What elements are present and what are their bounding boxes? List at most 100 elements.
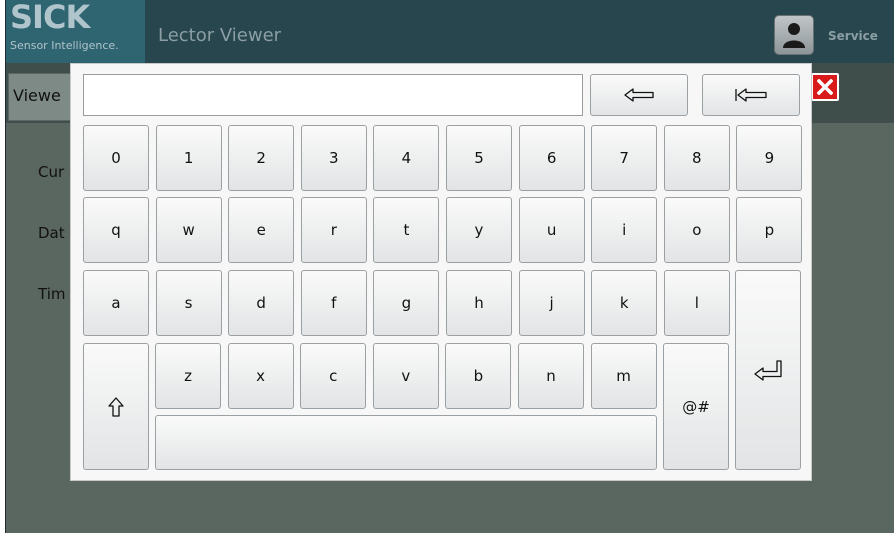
space-key[interactable] (155, 415, 657, 470)
key-label: m (616, 367, 631, 385)
key-label: h (474, 294, 484, 312)
time-label: Tim (38, 285, 66, 303)
key-z[interactable]: z (155, 343, 221, 409)
key-label: 9 (764, 149, 775, 167)
key-label: z (184, 367, 192, 385)
header-bar: SICK Sensor Intelligence. Lector Viewer … (6, 0, 894, 63)
backspace-arrow-icon (624, 88, 654, 102)
key-label: u (546, 221, 557, 239)
key-a[interactable]: a (83, 270, 149, 336)
key-label: x (256, 367, 266, 385)
app-window: SICK Sensor Intelligence. Lector Viewer … (6, 0, 894, 533)
key-0[interactable]: 0 (83, 125, 149, 191)
clear-all-key[interactable] (702, 74, 800, 116)
shift-arrow-icon (108, 396, 124, 417)
key-t[interactable]: t (373, 197, 440, 263)
key-3[interactable]: 3 (300, 125, 367, 191)
symbols-key[interactable]: @# (663, 343, 729, 470)
key-label: g (401, 294, 412, 312)
key-l[interactable]: l (663, 270, 730, 336)
key-label: w (182, 221, 195, 239)
key-label: 7 (619, 149, 629, 167)
current-label: Cur (38, 163, 65, 181)
key-label: k (619, 294, 629, 312)
keyboard-input[interactable] (83, 74, 583, 116)
key-label: q (111, 221, 121, 239)
user-icon (783, 23, 805, 48)
key-6[interactable]: 6 (518, 125, 585, 191)
key-label: t (403, 221, 410, 239)
key-7[interactable]: 7 (591, 125, 658, 191)
key-label: d (256, 294, 266, 312)
key-s[interactable]: s (155, 270, 222, 336)
key-label: j (549, 294, 554, 312)
key-j[interactable]: j (518, 270, 585, 336)
key-n[interactable]: n (518, 343, 584, 409)
key-label: a (111, 294, 121, 312)
key-label: 4 (401, 149, 412, 167)
key-label: o (692, 221, 702, 239)
close-icon (817, 79, 833, 95)
key-label: i (622, 221, 627, 239)
key-label: v (401, 367, 411, 385)
date-label: Dat (38, 224, 65, 242)
service-label[interactable]: Service (828, 29, 878, 43)
key-label: r (330, 221, 337, 239)
key-label: b (473, 367, 484, 385)
sick-logo: SICK Sensor Intelligence. (6, 0, 145, 63)
key-b[interactable]: b (445, 343, 512, 409)
key-5[interactable]: 5 (446, 125, 512, 191)
key-label: n (546, 367, 556, 385)
key-m[interactable]: m (590, 343, 657, 409)
key-label: 0 (111, 149, 121, 167)
key-label: y (474, 221, 484, 239)
key-g[interactable]: g (373, 270, 440, 336)
key-label: p (764, 221, 775, 239)
key-label: 5 (474, 149, 484, 167)
key-c[interactable]: c (300, 343, 367, 409)
key-v[interactable]: v (372, 343, 439, 409)
logo-text: SICK (10, 0, 90, 36)
enter-key[interactable] (735, 270, 801, 470)
key-i[interactable]: i (591, 197, 658, 263)
key-q[interactable]: q (83, 197, 149, 263)
key-1[interactable]: 1 (155, 125, 222, 191)
key-d[interactable]: d (228, 270, 295, 336)
key-label: 2 (256, 149, 266, 167)
key-label: s (184, 294, 193, 312)
key-p[interactable]: p (736, 197, 803, 263)
enter-return-icon (754, 360, 782, 381)
key-label: f (331, 294, 337, 312)
key-e[interactable]: e (228, 197, 295, 263)
key-h[interactable]: h (446, 270, 512, 336)
key-label: 8 (692, 149, 702, 167)
key-9[interactable]: 9 (736, 125, 803, 191)
key-k[interactable]: k (591, 270, 658, 336)
clear-all-arrow-icon (735, 88, 767, 102)
backspace-key[interactable] (590, 74, 688, 116)
key-r[interactable]: r (300, 197, 367, 263)
key-8[interactable]: 8 (663, 125, 730, 191)
key-w[interactable]: w (155, 197, 222, 263)
key-2[interactable]: 2 (228, 125, 295, 191)
key-label: 1 (183, 149, 194, 167)
keyboard-dialog: 0123456789 qwertyuiop asdfghjkl zxcvbnm … (70, 63, 812, 481)
key-f[interactable]: f (300, 270, 367, 336)
key-4[interactable]: 4 (373, 125, 440, 191)
user-button[interactable] (774, 15, 814, 55)
key-label: 3 (329, 149, 339, 167)
key-label: c (329, 367, 338, 385)
shift-key[interactable] (83, 343, 149, 470)
key-o[interactable]: o (663, 197, 730, 263)
key-label: 6 (546, 149, 557, 167)
key-u[interactable]: u (518, 197, 585, 263)
key-label: e (256, 221, 266, 239)
tab-viewer-label: Viewe (13, 86, 61, 105)
close-button[interactable] (811, 73, 839, 101)
symbols-key-label: @# (682, 397, 710, 416)
key-y[interactable]: y (446, 197, 512, 263)
app-title: Lector Viewer (158, 25, 282, 46)
logo-subtitle: Sensor Intelligence. (10, 39, 119, 52)
key-x[interactable]: x (227, 343, 294, 409)
key-label: l (694, 294, 699, 312)
